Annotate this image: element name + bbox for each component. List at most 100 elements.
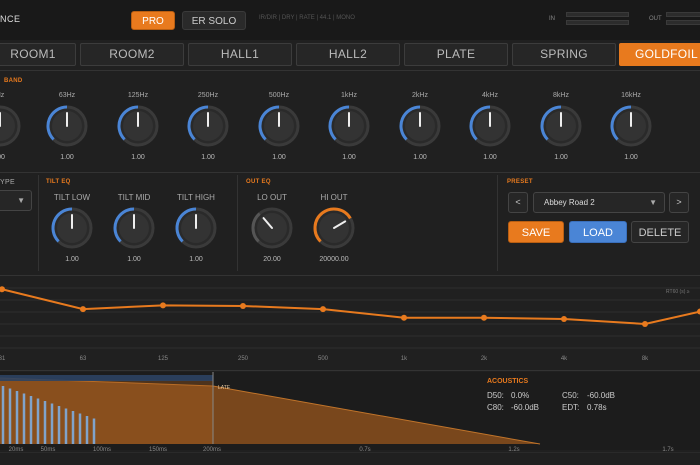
hi-out-value: 20000.00: [319, 256, 349, 263]
freq-tick: 4k: [560, 356, 568, 362]
rt60-graph[interactable]: RT60 (s) ≥: [0, 278, 700, 368]
divider: [0, 370, 700, 371]
tab-hall1[interactable]: HALL1: [188, 43, 292, 66]
acoustics-title: ACOUSTICS: [487, 378, 529, 385]
tilt-knob-label: TILT MID: [117, 193, 151, 202]
band-freq-label: 2kHz: [412, 92, 428, 99]
lo-out-label: LO OUT: [257, 193, 287, 202]
band-freq-label: 4kHz: [482, 92, 498, 99]
tilt-eq-title: TILT EQ: [46, 179, 71, 185]
tilt-knob-label: TILT LOW: [53, 193, 91, 202]
c80-value: -60.0dB: [511, 403, 540, 412]
rt60-point[interactable]: [80, 306, 86, 313]
save-button[interactable]: SAVE: [508, 221, 564, 243]
band-freq-label: 63Hz: [58, 92, 76, 99]
rt60-point[interactable]: [320, 306, 326, 313]
tab-goldfoil[interactable]: GOLDFOIL: [619, 43, 700, 66]
late-label: LATE: [218, 385, 231, 391]
tab-room1[interactable]: ROOM1: [0, 43, 76, 66]
next-preset-button[interactable]: >: [669, 192, 689, 213]
prev-preset-button[interactable]: <: [508, 192, 528, 213]
tab-plate[interactable]: PLATE: [404, 43, 508, 66]
hi-out-knob[interactable]: [312, 206, 356, 250]
band-freq-label: 125Hz: [127, 92, 149, 99]
tilt-knob[interactable]: [112, 206, 156, 250]
freq-tick: 250: [237, 356, 248, 362]
d50-value: 0.0%: [511, 391, 530, 400]
rt60-curve: [1, 288, 700, 325]
divider: [237, 175, 238, 271]
divider: [38, 175, 39, 271]
edt-label: EDT:: [562, 403, 580, 412]
band-gain-value: 1.00: [60, 154, 74, 161]
pro-mode-button[interactable]: PRO: [131, 11, 175, 30]
band-gain-knob[interactable]: [468, 104, 512, 148]
tab-room2[interactable]: ROOM2: [80, 43, 184, 66]
freq-tick: 1k: [400, 356, 408, 362]
in-meter-bar-1: [566, 12, 629, 17]
freq-tick: 2k: [480, 356, 488, 362]
tilt-knob-label: TILT HIGH: [177, 193, 215, 202]
c50-value: -60.0dB: [587, 391, 616, 400]
tab-hall2[interactable]: HALL2: [296, 43, 400, 66]
status-info: IR/DIR | DRY | RATE | 44.1 | MONO: [259, 15, 355, 21]
out-meter-bar-1: [666, 12, 700, 17]
band-gain-knob[interactable]: [609, 104, 653, 148]
band-freq-label: 500Hz: [268, 92, 290, 99]
rt60-axis-label: RT60 (s) ≥: [666, 289, 690, 295]
band-gain-knob[interactable]: [186, 104, 230, 148]
band-gain-knob[interactable]: [116, 104, 160, 148]
d50-label: D50:: [487, 391, 504, 400]
preset-tabs: ROOM1 ROOM2 HALL1 HALL2 PLATE SPRING GOL…: [0, 43, 700, 66]
preset-select-value: Abbey Road 2: [544, 198, 595, 207]
band-gain-knob[interactable]: [539, 104, 583, 148]
freq-tick: 8k: [641, 356, 649, 362]
band-gain-value: 1.00: [131, 154, 145, 161]
divider: [0, 275, 700, 276]
rt60-point[interactable]: [561, 316, 567, 322]
rt60-point[interactable]: [481, 314, 487, 321]
freq-tick: 31: [0, 356, 6, 362]
tab-spring[interactable]: SPRING: [512, 43, 616, 66]
band-gain-value: 1.00: [554, 154, 568, 161]
delete-button[interactable]: DELETE: [631, 221, 689, 243]
er-solo-button[interactable]: ER SOLO: [182, 11, 246, 30]
plugin-window: NCE PRO ER SOLO IR/DIR | DRY | RATE | 44…: [0, 0, 700, 465]
freq-tick: 500: [317, 356, 328, 362]
top-bar: NCE PRO ER SOLO IR/DIR | DRY | RATE | 44…: [0, 0, 700, 40]
c50-label: C50:: [562, 391, 579, 400]
brand-label: NCE: [0, 14, 21, 24]
band-section-title: BAND: [4, 78, 23, 84]
rt60-point[interactable]: [240, 302, 246, 309]
band-gain-value: .00: [0, 154, 5, 161]
rt60-point[interactable]: [160, 302, 166, 309]
out-meter-label: OUT: [649, 16, 662, 22]
lo-out-knob[interactable]: [250, 206, 294, 250]
tilt-knob[interactable]: [174, 206, 218, 250]
tilt-knob-value: 1.00: [65, 256, 79, 263]
out-meter-bar-2: [666, 20, 700, 25]
band-gain-value: 1.00: [342, 154, 356, 161]
preset-select[interactable]: Abbey Road 2 ▼: [533, 192, 665, 213]
tilt-knob[interactable]: [50, 206, 94, 250]
type-section-title: YPE: [0, 179, 15, 186]
divider: [0, 70, 700, 71]
rt60-point[interactable]: [0, 286, 5, 293]
band-gain-knob[interactable]: [398, 104, 442, 148]
rt60-point[interactable]: [642, 320, 648, 327]
rt60-point[interactable]: [401, 314, 407, 321]
band-gain-knob[interactable]: [327, 104, 371, 148]
band-gain-value: 1.00: [272, 154, 286, 161]
tilt-knob-value: 1.00: [127, 256, 141, 263]
chevron-down-icon: ▼: [17, 196, 25, 205]
freq-tick: 125: [157, 356, 168, 362]
preset-title: PRESET: [507, 179, 533, 185]
band-gain-knob[interactable]: [45, 104, 89, 148]
type-select[interactable]: ▼: [0, 190, 32, 211]
band-gain-knob[interactable]: [0, 104, 22, 148]
band-freq-label: 250Hz: [197, 92, 219, 99]
band-gain-knob[interactable]: [257, 104, 301, 148]
load-button[interactable]: LOAD: [569, 221, 627, 243]
divider: [0, 172, 700, 173]
edt-value: 0.78s: [587, 403, 607, 412]
